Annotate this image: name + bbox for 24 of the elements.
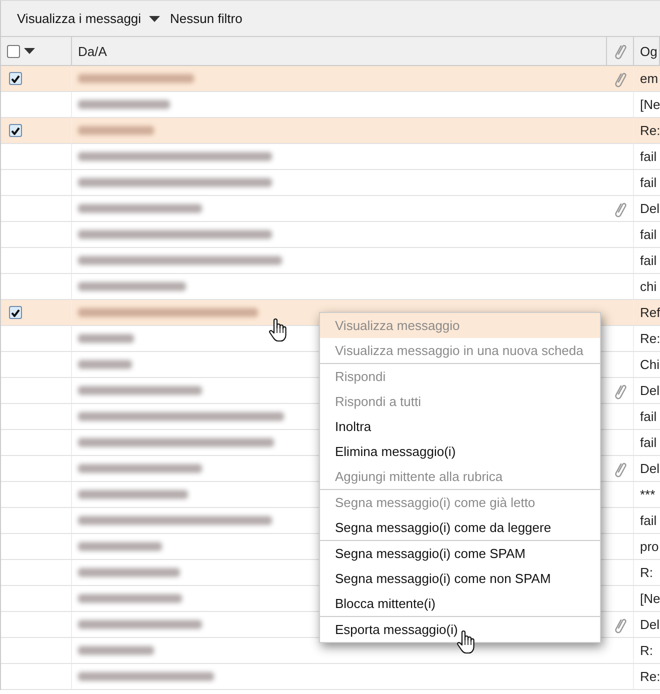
subject-text: Re: bbox=[640, 123, 660, 138]
subject-text: fail bbox=[640, 409, 657, 424]
subject-text: fail bbox=[640, 149, 657, 164]
subject-text: Ref bbox=[640, 305, 660, 320]
subject-text: em bbox=[640, 71, 658, 86]
subject-text: Del bbox=[640, 383, 660, 398]
subject-text: Re: bbox=[640, 669, 660, 684]
subject-text: fail bbox=[640, 175, 657, 190]
subject-text: chi bbox=[640, 279, 657, 294]
subject-text: Re: bbox=[640, 331, 660, 346]
subject-text: Del bbox=[640, 201, 660, 216]
subject-text: fail bbox=[640, 253, 657, 268]
subject-text: pro bbox=[640, 539, 659, 554]
subject-text: Chi bbox=[640, 357, 660, 372]
subject-text: [Ne bbox=[640, 97, 660, 112]
subject-text: fail bbox=[640, 435, 657, 450]
subject-text: R: bbox=[640, 565, 653, 580]
subject-text: Del bbox=[640, 617, 660, 632]
subject-text: R: bbox=[640, 643, 653, 658]
subject-text: fail bbox=[640, 227, 657, 242]
subject-text: [Ne bbox=[640, 591, 660, 606]
subject-text: fail bbox=[640, 513, 657, 528]
subject-text: *** bbox=[640, 487, 656, 502]
subject-text: Del bbox=[640, 461, 660, 476]
